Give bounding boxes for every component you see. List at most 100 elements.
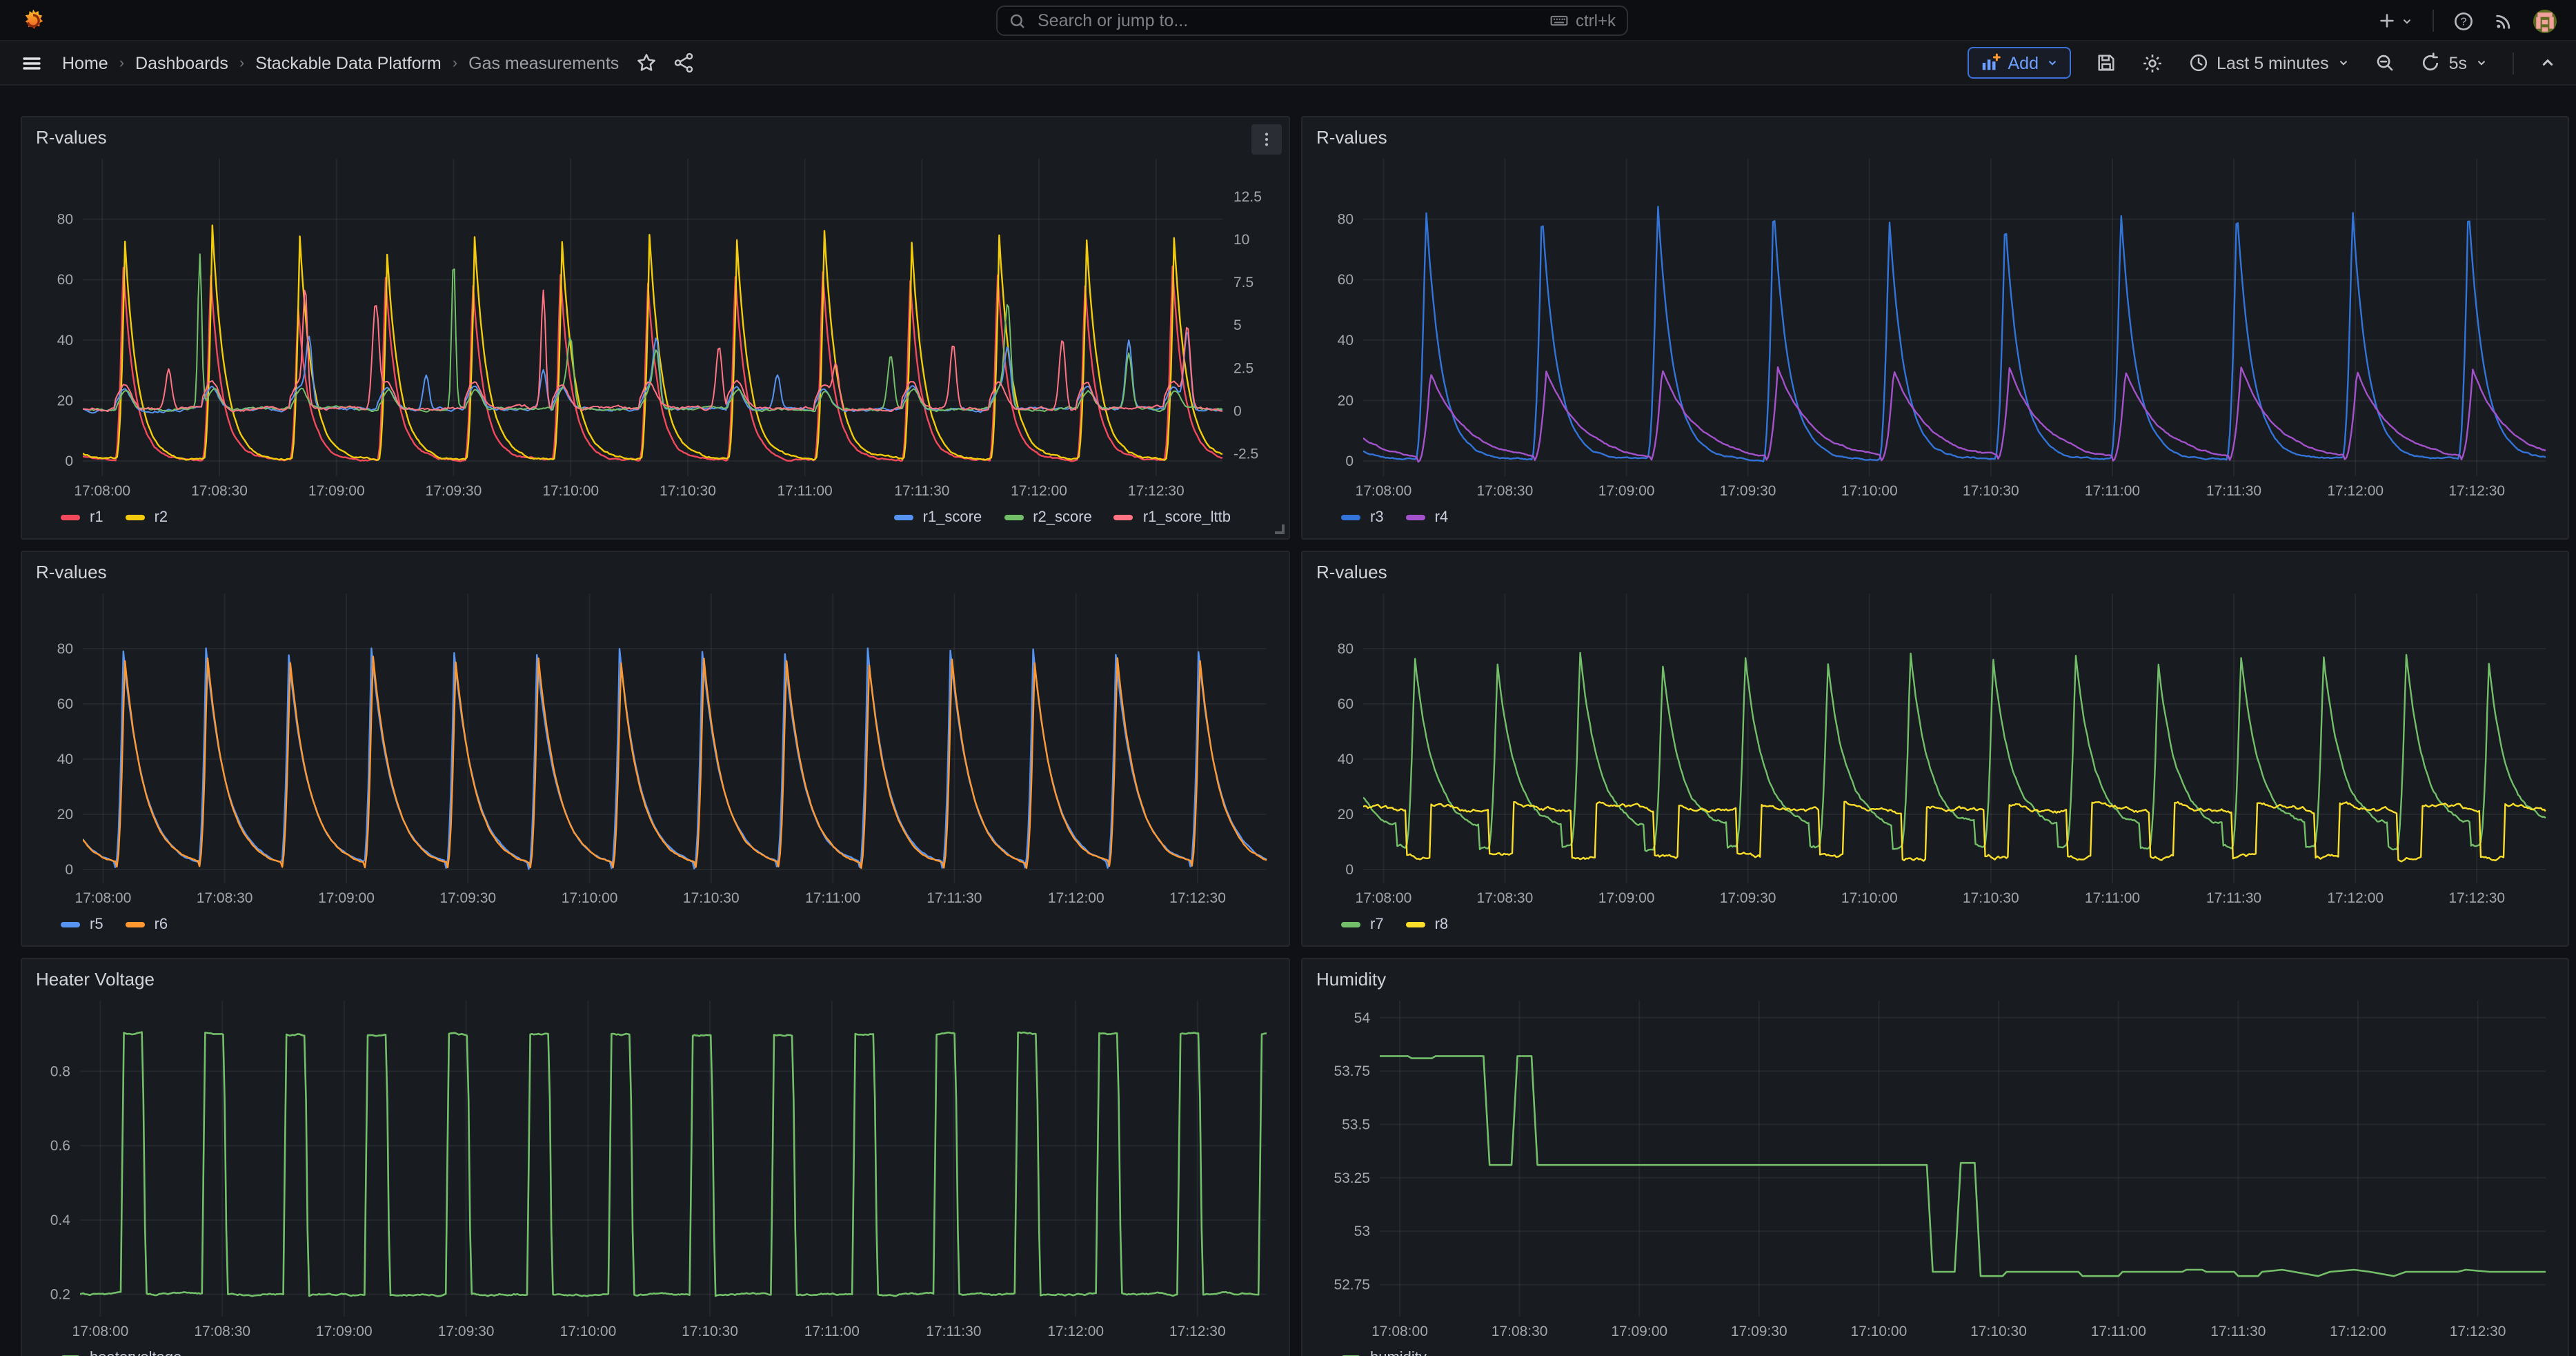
legend-swatch (1341, 922, 1360, 927)
legend-item-r7[interactable]: r7 (1341, 916, 1384, 933)
kebab-icon (1258, 131, 1275, 148)
svg-text:17:10:30: 17:10:30 (1970, 1324, 2027, 1339)
menu-toggle-button[interactable] (21, 52, 43, 74)
share-button[interactable] (673, 52, 693, 73)
svg-text:20: 20 (1338, 393, 1354, 409)
svg-text:54: 54 (1354, 1010, 1371, 1026)
legend-item-r2_score[interactable]: r2_score (1004, 509, 1092, 526)
legend-swatch (1406, 515, 1425, 520)
favorite-star-button[interactable] (635, 52, 656, 73)
svg-text:17:12:00: 17:12:00 (1011, 483, 1067, 499)
legend-swatch (126, 922, 145, 927)
svg-text:40: 40 (1338, 751, 1354, 767)
panel-header[interactable]: Heater Voltage (33, 967, 1278, 995)
legend-item-r3[interactable]: r3 (1341, 509, 1384, 526)
svg-text:17:12:30: 17:12:30 (1169, 890, 1226, 906)
svg-text:17:08:30: 17:08:30 (1477, 483, 1534, 499)
legend-label: r4 (1435, 509, 1449, 526)
svg-text:17:09:00: 17:09:00 (1598, 890, 1655, 906)
svg-text:17:10:30: 17:10:30 (683, 890, 740, 906)
refresh-picker[interactable]: 5s (2420, 52, 2488, 73)
legend-label: r1 (90, 509, 103, 526)
breadcrumb-home[interactable]: Home (62, 53, 108, 72)
svg-text:10: 10 (1233, 232, 1249, 248)
panel-header[interactable]: R-values (1314, 560, 2557, 588)
svg-text:5: 5 (1233, 317, 1242, 333)
breadcrumb-separator: › (453, 55, 457, 71)
legend-item-r1_score[interactable]: r1_score (894, 509, 982, 526)
svg-text:40: 40 (57, 751, 73, 767)
new-button[interactable] (2377, 11, 2413, 30)
panel-header[interactable]: R-values (1314, 126, 2557, 153)
collapse-toolbar-button[interactable] (2539, 54, 2557, 72)
legend-item-r8[interactable]: r8 (1406, 916, 1449, 933)
legend-item-humidity[interactable]: humidity (1341, 1350, 1427, 1356)
save-dashboard-button[interactable] (2095, 52, 2116, 73)
add-panel-button[interactable]: Add (1968, 47, 2071, 79)
time-series-chart[interactable]: 02040608017:08:0017:08:3017:09:0017:09:3… (1314, 588, 2557, 910)
legend-label: heatervoltage (90, 1350, 181, 1356)
chevron-down-icon (2045, 57, 2058, 69)
svg-text:80: 80 (57, 212, 73, 228)
help-button[interactable]: ? (2453, 10, 2474, 31)
time-range-picker[interactable]: Last 5 minutes (2188, 52, 2350, 73)
legend-item-r5[interactable]: r5 (61, 916, 103, 933)
svg-text:17:08:00: 17:08:00 (1356, 483, 1412, 499)
svg-text:17:12:00: 17:12:00 (2327, 890, 2384, 906)
svg-text:17:10:00: 17:10:00 (562, 890, 618, 906)
divider (2433, 10, 2434, 32)
svg-text:20: 20 (1338, 807, 1354, 823)
svg-text:17:09:00: 17:09:00 (1598, 483, 1655, 499)
svg-text:17:11:30: 17:11:30 (2206, 483, 2261, 499)
panel-header[interactable]: R-values (33, 126, 1278, 153)
svg-text:0.6: 0.6 (50, 1138, 70, 1154)
legend-swatch (1406, 922, 1425, 927)
panel-r-values-4: R-values 02040608017:08:0017:08:3017:09:… (1301, 551, 2569, 947)
search-input[interactable] (1035, 10, 1541, 32)
time-series-chart[interactable]: 52.755353.2553.553.755417:08:0017:08:301… (1314, 995, 2557, 1343)
grafana-logo-icon[interactable] (21, 8, 46, 33)
time-series-chart[interactable]: 02040608017:08:0017:08:3017:09:0017:09:3… (33, 588, 1278, 910)
panel-r-values-3: R-values 02040608017:08:0017:08:3017:09:… (21, 551, 1290, 947)
svg-text:?: ? (2461, 16, 2467, 28)
svg-text:52.75: 52.75 (1334, 1277, 1370, 1293)
dashboard-settings-button[interactable] (2141, 52, 2163, 74)
svg-text:7.5: 7.5 (1233, 275, 1254, 291)
panel-menu-button[interactable] (1251, 124, 1282, 155)
legend-item-r2[interactable]: r2 (126, 509, 168, 526)
panel-header[interactable]: Humidity (1314, 967, 2557, 995)
news-rss-button[interactable] (2493, 10, 2514, 31)
zoom-out-time-button[interactable] (2375, 52, 2395, 73)
time-series-chart[interactable]: 0.20.40.60.817:08:0017:08:3017:09:0017:0… (33, 995, 1278, 1343)
legend-item-r1_score_lttb[interactable]: r1_score_lttb (1114, 509, 1231, 526)
chevron-down-icon (2475, 57, 2488, 69)
panel-r-values-1: R-values 020406080-2.502.557.51012.517:0… (21, 116, 1290, 540)
svg-text:0: 0 (1233, 404, 1242, 420)
legend-item-r1[interactable]: r1 (61, 509, 103, 526)
user-avatar[interactable] (2533, 9, 2557, 32)
svg-text:0: 0 (1345, 862, 1354, 878)
svg-text:17:08:00: 17:08:00 (74, 483, 130, 499)
global-search[interactable]: ctrl+k (996, 6, 1628, 36)
breadcrumb-dashboards[interactable]: Dashboards (135, 53, 228, 72)
panel-r-values-2: R-values 02040608017:08:0017:08:3017:09:… (1301, 116, 2569, 540)
time-series-chart[interactable]: 02040608017:08:0017:08:3017:09:0017:09:3… (1314, 153, 2557, 502)
legend-swatch (61, 515, 80, 520)
breadcrumb-folder[interactable]: Stackable Data Platform (255, 53, 442, 72)
legend-item-heatervoltage[interactable]: heatervoltage (61, 1350, 181, 1356)
top-nav: ctrl+k ? (0, 0, 2576, 41)
svg-text:17:11:00: 17:11:00 (2085, 483, 2140, 499)
legend-item-r4[interactable]: r4 (1406, 509, 1449, 526)
svg-text:17:08:30: 17:08:30 (1477, 890, 1534, 906)
breadcrumb-current-dashboard: Gas measurements (468, 53, 619, 72)
panel-header[interactable]: R-values (33, 560, 1278, 588)
svg-text:17:08:00: 17:08:00 (1356, 890, 1412, 906)
panel-title: Heater Voltage (36, 969, 155, 990)
save-icon (2095, 52, 2116, 73)
panel-resize-handle[interactable] (1275, 524, 1285, 534)
legend-swatch (1341, 515, 1360, 520)
svg-text:17:12:30: 17:12:30 (1169, 1324, 1226, 1339)
legend-item-r6[interactable]: r6 (126, 916, 168, 933)
time-series-chart[interactable]: 020406080-2.502.557.51012.517:08:0017:08… (33, 153, 1278, 502)
svg-text:17:09:30: 17:09:30 (439, 890, 496, 906)
